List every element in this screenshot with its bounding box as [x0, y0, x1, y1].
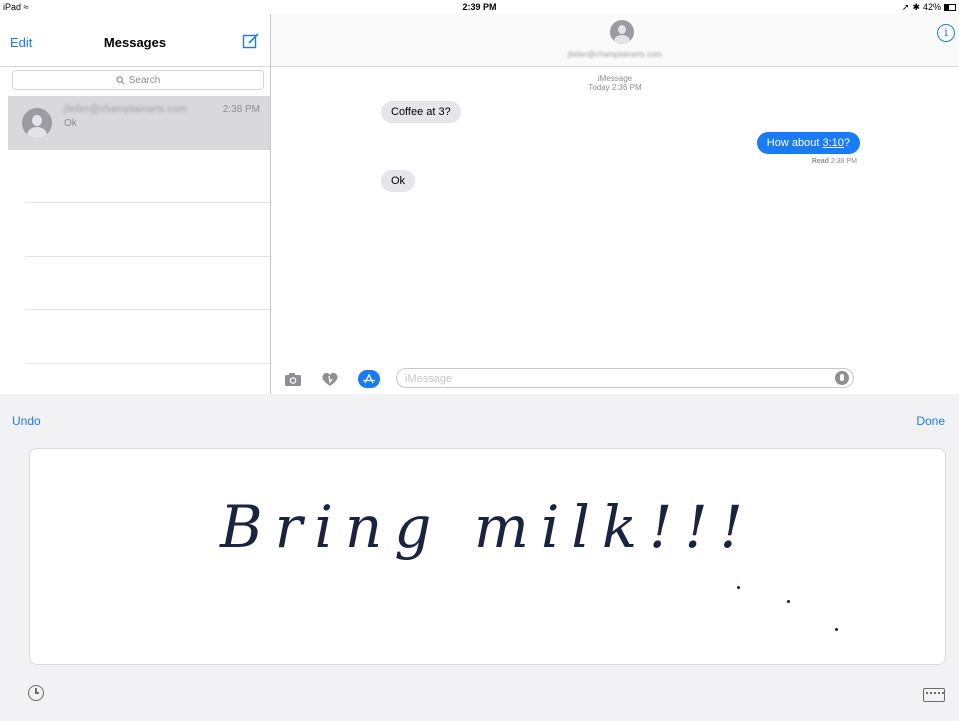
- list-divider: [26, 363, 270, 364]
- search-bar: Search: [8, 70, 265, 90]
- camera-icon[interactable]: [284, 371, 302, 387]
- conversation-preview: Ok: [64, 118, 77, 129]
- undo-button[interactable]: Undo: [12, 414, 41, 428]
- app-store-icon[interactable]: [358, 370, 380, 388]
- conversation-sidebar: Edit Messages Search jfeller@champlainar…: [0, 14, 271, 394]
- read-label: Read: [811, 158, 829, 165]
- service-label: iMessage: [597, 74, 633, 83]
- bluetooth-icon: ✱: [912, 2, 920, 12]
- imessage-input[interactable]: iMessage: [396, 368, 854, 388]
- list-divider: [26, 202, 270, 203]
- search-field[interactable]: Search: [12, 70, 264, 90]
- conversation-time: 2:38 PM: [222, 104, 260, 115]
- ink-dot: [737, 586, 740, 589]
- info-icon[interactable]: i: [937, 24, 955, 42]
- handwriting-panel: Undo Done Bring milk!!!: [0, 394, 959, 721]
- status-right: ➚ ✱ 42%: [902, 0, 956, 14]
- avatar: [22, 108, 52, 138]
- handwriting-canvas[interactable]: Bring milk!!!: [29, 448, 946, 665]
- sidebar-title: Messages: [103, 35, 167, 50]
- conversation-name: jfeller@champlainarts.com: [64, 104, 187, 115]
- done-button[interactable]: Done: [916, 414, 945, 428]
- sidebar-header: Edit Messages: [0, 14, 270, 67]
- message-text: How about: [766, 137, 823, 149]
- read-time: 2:38 PM: [830, 158, 857, 165]
- handwritten-ink: Bring milk!!!: [220, 493, 755, 561]
- search-placeholder: Search: [128, 74, 161, 86]
- status-time: 2:39 PM: [462, 2, 497, 12]
- contact-avatar[interactable]: [610, 20, 634, 44]
- incoming-message: Coffee at 3?: [381, 101, 461, 123]
- outgoing-message: How about 3:10?: [756, 132, 860, 154]
- read-receipt: Read 2:38 PM: [812, 158, 857, 165]
- compose-icon[interactable]: [242, 32, 260, 50]
- incoming-message: Ok: [381, 170, 416, 192]
- input-placeholder: iMessage: [405, 373, 453, 385]
- location-arrow-icon: ➚: [901, 2, 910, 12]
- chat-header: jfeller@champlainarts.com i: [271, 14, 959, 67]
- ink-dot: [835, 628, 838, 631]
- contact-name[interactable]: jfeller@champlainarts.com: [271, 50, 959, 59]
- time-link[interactable]: 3:10: [822, 137, 843, 149]
- battery-percent: 42%: [922, 2, 941, 12]
- ink-dot: [787, 600, 790, 603]
- chat-panel: jfeller@champlainarts.com i iMessage Tod…: [271, 14, 959, 394]
- message-input-bar: iMessage: [271, 364, 959, 394]
- recent-handwriting-clock-icon[interactable]: [28, 685, 44, 701]
- microphone-icon[interactable]: [835, 371, 849, 385]
- message-text: ?: [843, 137, 850, 149]
- search-icon: [116, 75, 125, 84]
- battery-icon: [944, 3, 956, 11]
- conversation-timestamp: Today 2:36 PM: [588, 83, 642, 92]
- status-bar: iPad ≈ 2:39 PM ➚ ✱ 42%: [0, 0, 959, 14]
- list-divider: [26, 256, 270, 257]
- conversation-row[interactable]: jfeller@champlainarts.com 2:38 PM Ok: [8, 96, 270, 150]
- conversation-meta: iMessage Today 2:36 PM: [271, 74, 959, 92]
- keyboard-icon[interactable]: [923, 688, 945, 702]
- list-divider: [26, 309, 270, 310]
- digital-touch-icon[interactable]: [321, 371, 339, 387]
